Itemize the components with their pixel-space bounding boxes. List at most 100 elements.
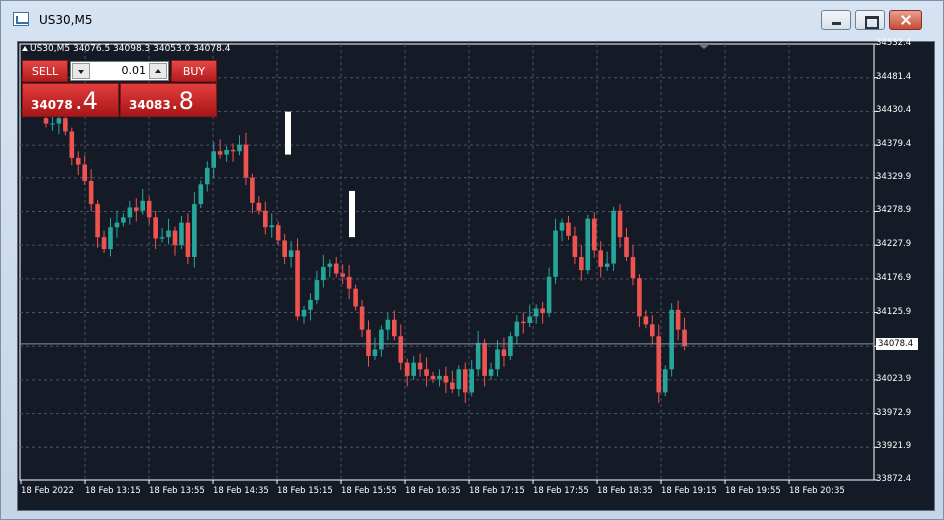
candle-bear xyxy=(540,308,545,314)
candle-bear xyxy=(617,210,623,238)
candle-bull xyxy=(224,149,229,155)
collapse-arrow-icon[interactable] xyxy=(22,46,28,51)
price-tick-label: 33972.9 xyxy=(876,407,912,418)
time-tick-label: 18 Feb 16:35 xyxy=(405,486,461,496)
price-tick-label: 34329.9 xyxy=(876,171,912,182)
lot-increase-icon[interactable] xyxy=(149,63,167,79)
candle-bear xyxy=(417,362,423,370)
time-tick-label: 18 Feb 13:15 xyxy=(85,486,141,496)
candle-bear xyxy=(643,316,649,325)
candle-bull xyxy=(514,321,520,337)
one-click-trading-panel: SELL 0.01 BUY 34078 .4 34083 .8 xyxy=(22,60,217,118)
candle-bear xyxy=(462,369,468,393)
candle-bear xyxy=(69,131,75,158)
candle-bull xyxy=(108,227,113,250)
candle-bull xyxy=(159,237,165,239)
price-tick-label: 34278.9 xyxy=(876,205,912,216)
candle-bear xyxy=(88,181,94,205)
candle-bull xyxy=(179,222,184,246)
candle-bear xyxy=(675,309,681,330)
candle-bear xyxy=(579,256,584,271)
candle-bear xyxy=(366,329,371,357)
sell-price-button[interactable]: 34078 .4 xyxy=(22,83,119,117)
maximize-button[interactable] xyxy=(855,10,885,30)
candle-bull xyxy=(114,222,120,228)
minimize-button[interactable] xyxy=(821,10,851,30)
candle-bear xyxy=(43,118,49,124)
price-tick-label: 34481.4 xyxy=(876,71,912,82)
candle-bull xyxy=(508,336,513,357)
candle-bear xyxy=(217,151,223,155)
trade-marker xyxy=(285,111,291,155)
candle-bull xyxy=(662,369,668,393)
time-tick-label: 18 Feb 15:15 xyxy=(277,486,333,496)
price-tick-label: 34430.4 xyxy=(876,105,912,116)
candle-bear xyxy=(346,276,352,289)
candle-bear xyxy=(63,118,68,132)
candle-bull xyxy=(288,250,294,257)
candle-bull xyxy=(456,369,462,390)
time-tick-label: 18 Feb 18:35 xyxy=(597,486,653,496)
buy-price-fraction: .8 xyxy=(171,87,194,115)
candle-bear xyxy=(624,237,629,257)
candle-bear xyxy=(250,177,255,203)
candle-bull xyxy=(411,362,416,376)
candle-bull xyxy=(372,349,378,357)
candle-bear xyxy=(282,240,287,257)
candle-bear xyxy=(340,273,345,277)
candle-bull xyxy=(121,217,126,223)
price-tick-label: 33921.9 xyxy=(876,441,912,452)
candle-bear xyxy=(359,306,365,330)
lot-decrease-icon[interactable] xyxy=(72,63,90,79)
candle-bear xyxy=(82,164,87,182)
candle-bear xyxy=(353,288,358,307)
candle-bear xyxy=(256,202,262,211)
candle-bull xyxy=(559,222,565,231)
time-tick-label: 18 Feb 15:55 xyxy=(341,486,397,496)
candle-bear xyxy=(134,207,139,211)
candle-bear xyxy=(263,210,268,228)
candle-bull xyxy=(140,200,146,211)
chart-window-icon xyxy=(13,12,29,26)
current-price-tag: 34078.4 xyxy=(876,337,918,350)
candle-bull xyxy=(166,230,171,238)
chart-window: US30,M5 US30,M5 34076.5 34098.3 34053.0 … xyxy=(0,0,944,520)
candle-bull xyxy=(269,225,275,228)
lot-size-value[interactable]: 0.01 xyxy=(93,64,147,77)
sell-button[interactable]: SELL xyxy=(22,60,68,82)
price-tick-label: 34023.9 xyxy=(876,373,912,384)
candle-bull xyxy=(204,167,210,185)
candle-bear xyxy=(482,342,487,376)
close-button[interactable] xyxy=(889,10,922,30)
candle-bull xyxy=(314,280,320,300)
price-tick-label: 34532.4 xyxy=(876,38,912,48)
candle-bear xyxy=(230,149,236,152)
candle-bear xyxy=(101,237,107,250)
time-tick-label: 18 Feb 20:35 xyxy=(789,486,845,496)
price-tick-label: 34379.4 xyxy=(876,139,912,150)
candle-bear xyxy=(392,319,397,337)
candle-bull xyxy=(546,276,552,314)
candle-bear xyxy=(450,382,455,390)
candle-bull xyxy=(669,309,674,370)
candle-bear xyxy=(430,375,436,380)
candle-bull xyxy=(469,369,474,393)
candle-bull xyxy=(379,329,384,350)
buy-button[interactable]: BUY xyxy=(171,60,217,82)
symbol-ohlc-text: US30,M5 34076.5 34098.3 34053.0 34078.4 xyxy=(30,44,231,54)
lot-size-stepper[interactable]: 0.01 xyxy=(70,61,169,81)
title-bar[interactable]: US30,M5 xyxy=(1,1,943,33)
candle-bear xyxy=(75,157,81,165)
buy-price-button[interactable]: 34083 .8 xyxy=(120,83,217,117)
price-tick-label: 34176.9 xyxy=(876,272,912,283)
sell-price-main: 34078 xyxy=(31,98,73,112)
time-tick-label: 18 Feb 17:55 xyxy=(533,486,589,496)
candle-bear xyxy=(404,362,410,376)
candle-bear xyxy=(295,250,300,317)
price-chart[interactable]: US30,M5 34076.5 34098.3 34053.0 34078.4 … xyxy=(17,38,935,511)
sell-price-fraction: .4 xyxy=(75,87,98,115)
candle-bear xyxy=(153,217,158,239)
candle-bear xyxy=(501,349,507,357)
candle-bear xyxy=(424,369,429,376)
candle-bear xyxy=(630,256,636,279)
